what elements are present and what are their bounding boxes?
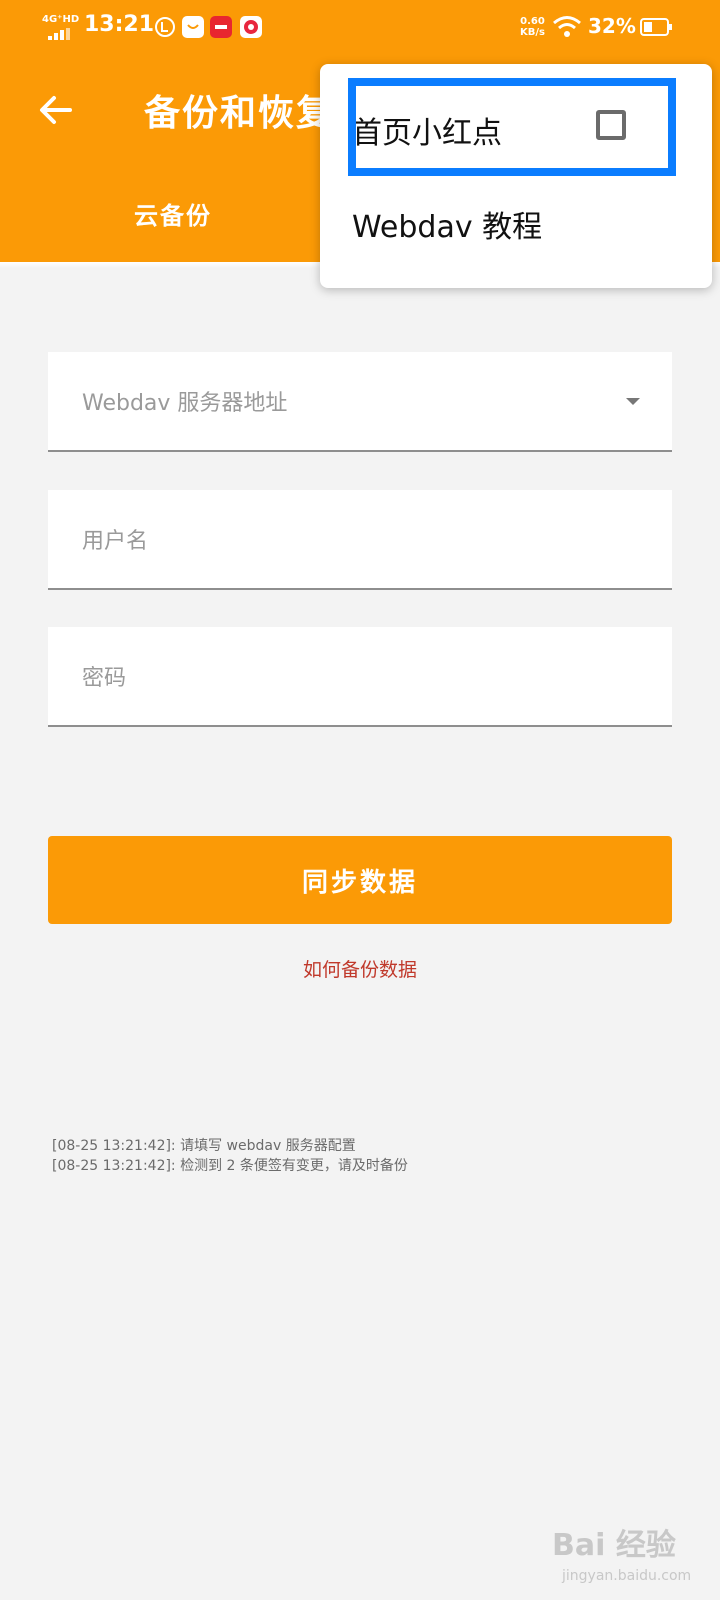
battery-icon [640,18,672,36]
news-icon [210,16,232,38]
overflow-menu: 首页小红点 Webdav 教程 [320,64,712,288]
password-field[interactable] [48,627,672,727]
username-field[interactable] [48,490,672,590]
menu-item-label: 首页小红点 [352,116,502,151]
status-bar: 4G⁺HD 13:21 0.60 KB/s 32% [0,0,720,56]
menu-item-home-red-dot[interactable]: 首页小红点 [320,64,712,164]
log-output: [08-25 13:21:42]: 请填写 webdav 服务器配置 [08-2… [52,1136,408,1176]
network-type: 4G⁺HD [42,14,80,25]
dropdown-arrow-icon[interactable] [626,398,640,405]
menu-item-label: Webdav 教程 [352,210,543,245]
notification-icon [154,16,176,38]
backup-help-link[interactable]: 如何备份数据 [0,955,720,982]
baidu-watermark: Bai 经验 jingyan.baidu.com [552,1528,692,1584]
log-line: [08-25 13:21:42]: 请填写 webdav 服务器配置 [52,1138,356,1154]
log-line: [08-25 13:21:42]: 检测到 2 条便签有变更，请及时备份 [52,1158,408,1174]
battery-percent: 32% [588,14,636,38]
username-input[interactable] [80,520,604,562]
password-input[interactable] [80,657,604,699]
signal-icon [48,28,70,40]
tab-cloud-backup[interactable]: 云备份 [134,196,212,231]
sync-data-button[interactable]: 同步数据 [48,836,672,924]
clock: 13:21 [84,12,155,37]
arrow-left-icon[interactable] [36,90,76,130]
menu-item-webdav-tutorial[interactable]: Webdav 教程 [320,172,712,272]
server-address-field[interactable] [48,352,672,452]
server-address-input[interactable] [80,382,604,424]
network-speed: 0.60 KB/s [520,16,545,38]
wifi-icon [553,16,581,37]
home-red-dot-checkbox[interactable] [596,110,626,140]
page-title: 备份和恢复 [144,93,335,134]
app-icon [240,16,262,38]
shop-icon [182,16,204,38]
